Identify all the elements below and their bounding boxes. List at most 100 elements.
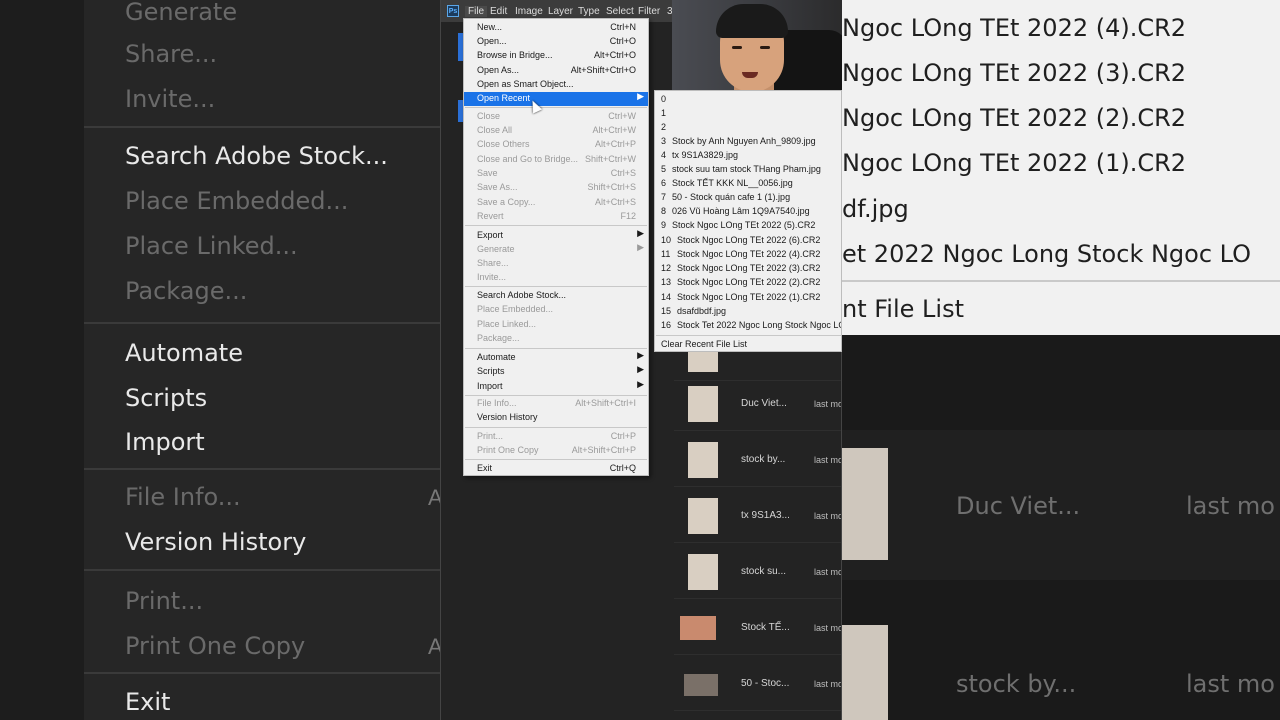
menu-item-print[interactable]: Print... Ctrl+P xyxy=(464,430,648,444)
menu-item-print-one-copy[interactable]: Print One Copy Alt+Shift+Ctrl+P xyxy=(464,444,648,458)
menu-item-save[interactable]: Save Ctrl+S xyxy=(464,167,648,181)
menu-item-open-as[interactable]: Open As... Alt+Shift+Ctrl+O xyxy=(464,64,648,78)
file-row[interactable]: Stock TẾ... last mo xyxy=(674,604,841,655)
recent-item-name: Stock by Anh Nguyen Anh_9809.jpg xyxy=(672,136,816,146)
menu-item-label: Import xyxy=(477,381,503,391)
menu-item-close-others[interactable]: Close Others Alt+Ctrl+P xyxy=(464,138,648,152)
recent-item-name: Stock Ngoc LOng TEt 2022 (4).CR2 xyxy=(677,249,821,259)
file-row[interactable]: 50 - Stoc... last mo xyxy=(674,660,841,711)
file-row[interactable]: Duc Viet... last mo xyxy=(674,380,841,431)
menu-item-invite[interactable]: Invite... xyxy=(464,271,648,285)
submenu-arrow-icon: ▶ xyxy=(637,379,644,389)
submenu-arrow-icon: ▶ xyxy=(637,350,644,360)
menu-item-open-as-smart-object[interactable]: Open as Smart Object... xyxy=(464,78,648,92)
menu-item-close-all[interactable]: Close All Alt+Ctrl+W xyxy=(464,124,648,138)
recent-item[interactable]: 5 stock suu tam stock THang Pham.jpg xyxy=(655,163,841,177)
recent-item-name: dsafdbdf.jpg xyxy=(677,306,727,316)
menu-item-place-embedded[interactable]: Place Embedded... xyxy=(464,303,648,317)
bg-separator xyxy=(84,126,440,128)
menu-item-label: Place Linked... xyxy=(477,319,537,329)
bg-menu-item: Automate xyxy=(125,339,243,367)
recent-item[interactable]: 12 Stock Ngoc LOng TEt 2022 (3).CR2 xyxy=(655,262,841,276)
menu-item-save-as[interactable]: Save As... Shift+Ctrl+S xyxy=(464,181,648,195)
recent-item[interactable]: 2 xyxy=(655,121,841,135)
menu-item-share[interactable]: Share... xyxy=(464,257,648,271)
recent-item[interactable]: 3 Stock by Anh Nguyen Anh_9809.jpg xyxy=(655,135,841,149)
menu-file[interactable]: File xyxy=(465,6,488,17)
submenu-arrow-icon: ▶ xyxy=(637,364,644,374)
menu-item-label: Save a Copy... xyxy=(477,197,536,207)
menu-item-label: Save As... xyxy=(477,182,518,192)
recent-item[interactable]: 7 50 - Stock quán cafe 1 (1).jpg xyxy=(655,191,841,205)
recent-item[interactable]: 13 Stock Ngoc LOng TEt 2022 (2).CR2 xyxy=(655,276,841,290)
menu-type[interactable]: Type xyxy=(578,6,600,17)
file-name: Stock TẾ... xyxy=(741,622,790,633)
clear-recent-file-list[interactable]: Clear Recent File List xyxy=(655,338,841,351)
menu-item-file-info[interactable]: File Info... Alt+Shift+Ctrl+I xyxy=(464,397,648,411)
recent-item[interactable]: 16 Stock Tet 2022 Ngoc Long Stock Ngoc LO xyxy=(655,319,841,333)
menu-layer[interactable]: Layer xyxy=(548,6,573,17)
recent-item-number: 0 xyxy=(661,94,667,104)
recent-item[interactable]: 14 Stock Ngoc LOng TEt 2022 (1).CR2 xyxy=(655,291,841,305)
clear-recent-label: Clear Recent File List xyxy=(661,339,748,349)
recent-item-name: 50 - Stock quán cafe 1 (1).jpg xyxy=(672,192,791,202)
bg-shortcut-fragment: A xyxy=(428,634,440,659)
recent-item-number: 11 xyxy=(661,249,671,259)
menu-item-open-recent[interactable]: Open Recent ▶ xyxy=(464,91,648,106)
menu-item-package[interactable]: Package... xyxy=(464,332,648,346)
file-menu: New... Ctrl+N Open... Ctrl+O Browse in Bri… xyxy=(463,18,649,476)
menu-item-label: Place Embedded... xyxy=(477,304,554,314)
menu-item-close[interactable]: Close Ctrl+W xyxy=(464,110,648,124)
recent-item[interactable]: 9 Stock Ngoc LOng TEt 2022 (5).CR2 xyxy=(655,219,841,233)
menu-item-open[interactable]: Open... Ctrl+O xyxy=(464,35,648,49)
recent-item[interactable]: 6 Stock TẾT KKK NL__0056.jpg xyxy=(655,177,841,191)
menu-item-generate[interactable]: Generate ▶ xyxy=(464,242,648,257)
menu-item-new[interactable]: New... Ctrl+N xyxy=(464,21,648,35)
bg-menu-item: Print... xyxy=(125,587,204,615)
file-thumbnail xyxy=(680,616,716,640)
menu-item-close-and-go-to-bridge[interactable]: Close and Go to Bridge... Shift+Ctrl+W xyxy=(464,153,648,167)
menu-item-label: New... xyxy=(477,22,503,32)
menu-select[interactable]: Select xyxy=(606,6,634,17)
menu-item-shortcut: Alt+Ctrl+P xyxy=(594,139,636,149)
bg-separator xyxy=(84,468,440,470)
file-modified: last mo xyxy=(814,455,842,465)
recent-item[interactable]: 15 dsafdbdf.jpg xyxy=(655,305,841,319)
menu-item-label: Open Recent xyxy=(477,93,531,103)
bg-menu-item: Version History xyxy=(125,528,307,556)
menu-item-shortcut: Alt+Shift+Ctrl+O xyxy=(570,65,636,75)
recent-item[interactable]: 1 xyxy=(655,107,841,121)
menu-filter[interactable]: Filter xyxy=(638,6,660,17)
menu-item-label: Version History xyxy=(477,412,538,422)
menu-item-label: Close xyxy=(477,111,501,121)
menu-item-label: Search Adobe Stock... xyxy=(477,290,567,300)
menu-item-shortcut: Ctrl+N xyxy=(610,22,636,32)
recent-item[interactable]: 10 Stock Ngoc LOng TEt 2022 (6).CR2 xyxy=(655,234,841,248)
menu-item-import[interactable]: Import ▶ xyxy=(464,379,648,394)
bg-separator xyxy=(84,322,440,324)
menu-item-version-history[interactable]: Version History xyxy=(464,411,648,425)
recent-item-number: 16 xyxy=(661,320,672,330)
recent-item[interactable]: 8 026 Vũ Hoàng Lâm 1Q9A7540.jpg xyxy=(655,205,841,219)
recent-item[interactable]: 11 Stock Ngoc LOng TEt 2022 (4).CR2 xyxy=(655,248,841,262)
menu-item-scripts[interactable]: Scripts ▶ xyxy=(464,364,648,379)
menu-item-automate[interactable]: Automate ▶ xyxy=(464,350,648,365)
recent-item-name: 026 Vũ Hoàng Lâm 1Q9A7540.jpg xyxy=(672,206,810,216)
menu-image[interactable]: Image xyxy=(515,6,543,17)
file-row[interactable]: tx 9S1A3... last mo xyxy=(674,492,841,543)
menu-item-browse-in-bridge[interactable]: Browse in Bridge... Alt+Ctrl+O xyxy=(464,49,648,63)
recent-item[interactable]: 4 tx 9S1A3829.jpg xyxy=(655,149,841,163)
menu-item-export[interactable]: Export ▶ xyxy=(464,228,648,243)
menu-item-save-a-copy[interactable]: Save a Copy... Alt+Ctrl+S xyxy=(464,196,648,210)
menu-item-search-adobe-stock[interactable]: Search Adobe Stock... xyxy=(464,289,648,303)
menu-item-exit[interactable]: Exit Ctrl+Q xyxy=(464,462,648,476)
recent-item-number: 5 xyxy=(661,164,667,174)
menu-item-revert[interactable]: Revert F12 xyxy=(464,210,648,224)
menu-edit[interactable]: Edit xyxy=(490,6,507,17)
file-row[interactable]: stock su... last mo xyxy=(674,548,841,599)
menu-item-label: File Info... xyxy=(477,398,517,408)
recent-item[interactable]: 0 xyxy=(655,93,841,107)
menu-item-place-linked[interactable]: Place Linked... xyxy=(464,318,648,332)
recent-item-number: 8 xyxy=(661,206,667,216)
file-row[interactable]: stock by... last mo xyxy=(674,436,842,487)
